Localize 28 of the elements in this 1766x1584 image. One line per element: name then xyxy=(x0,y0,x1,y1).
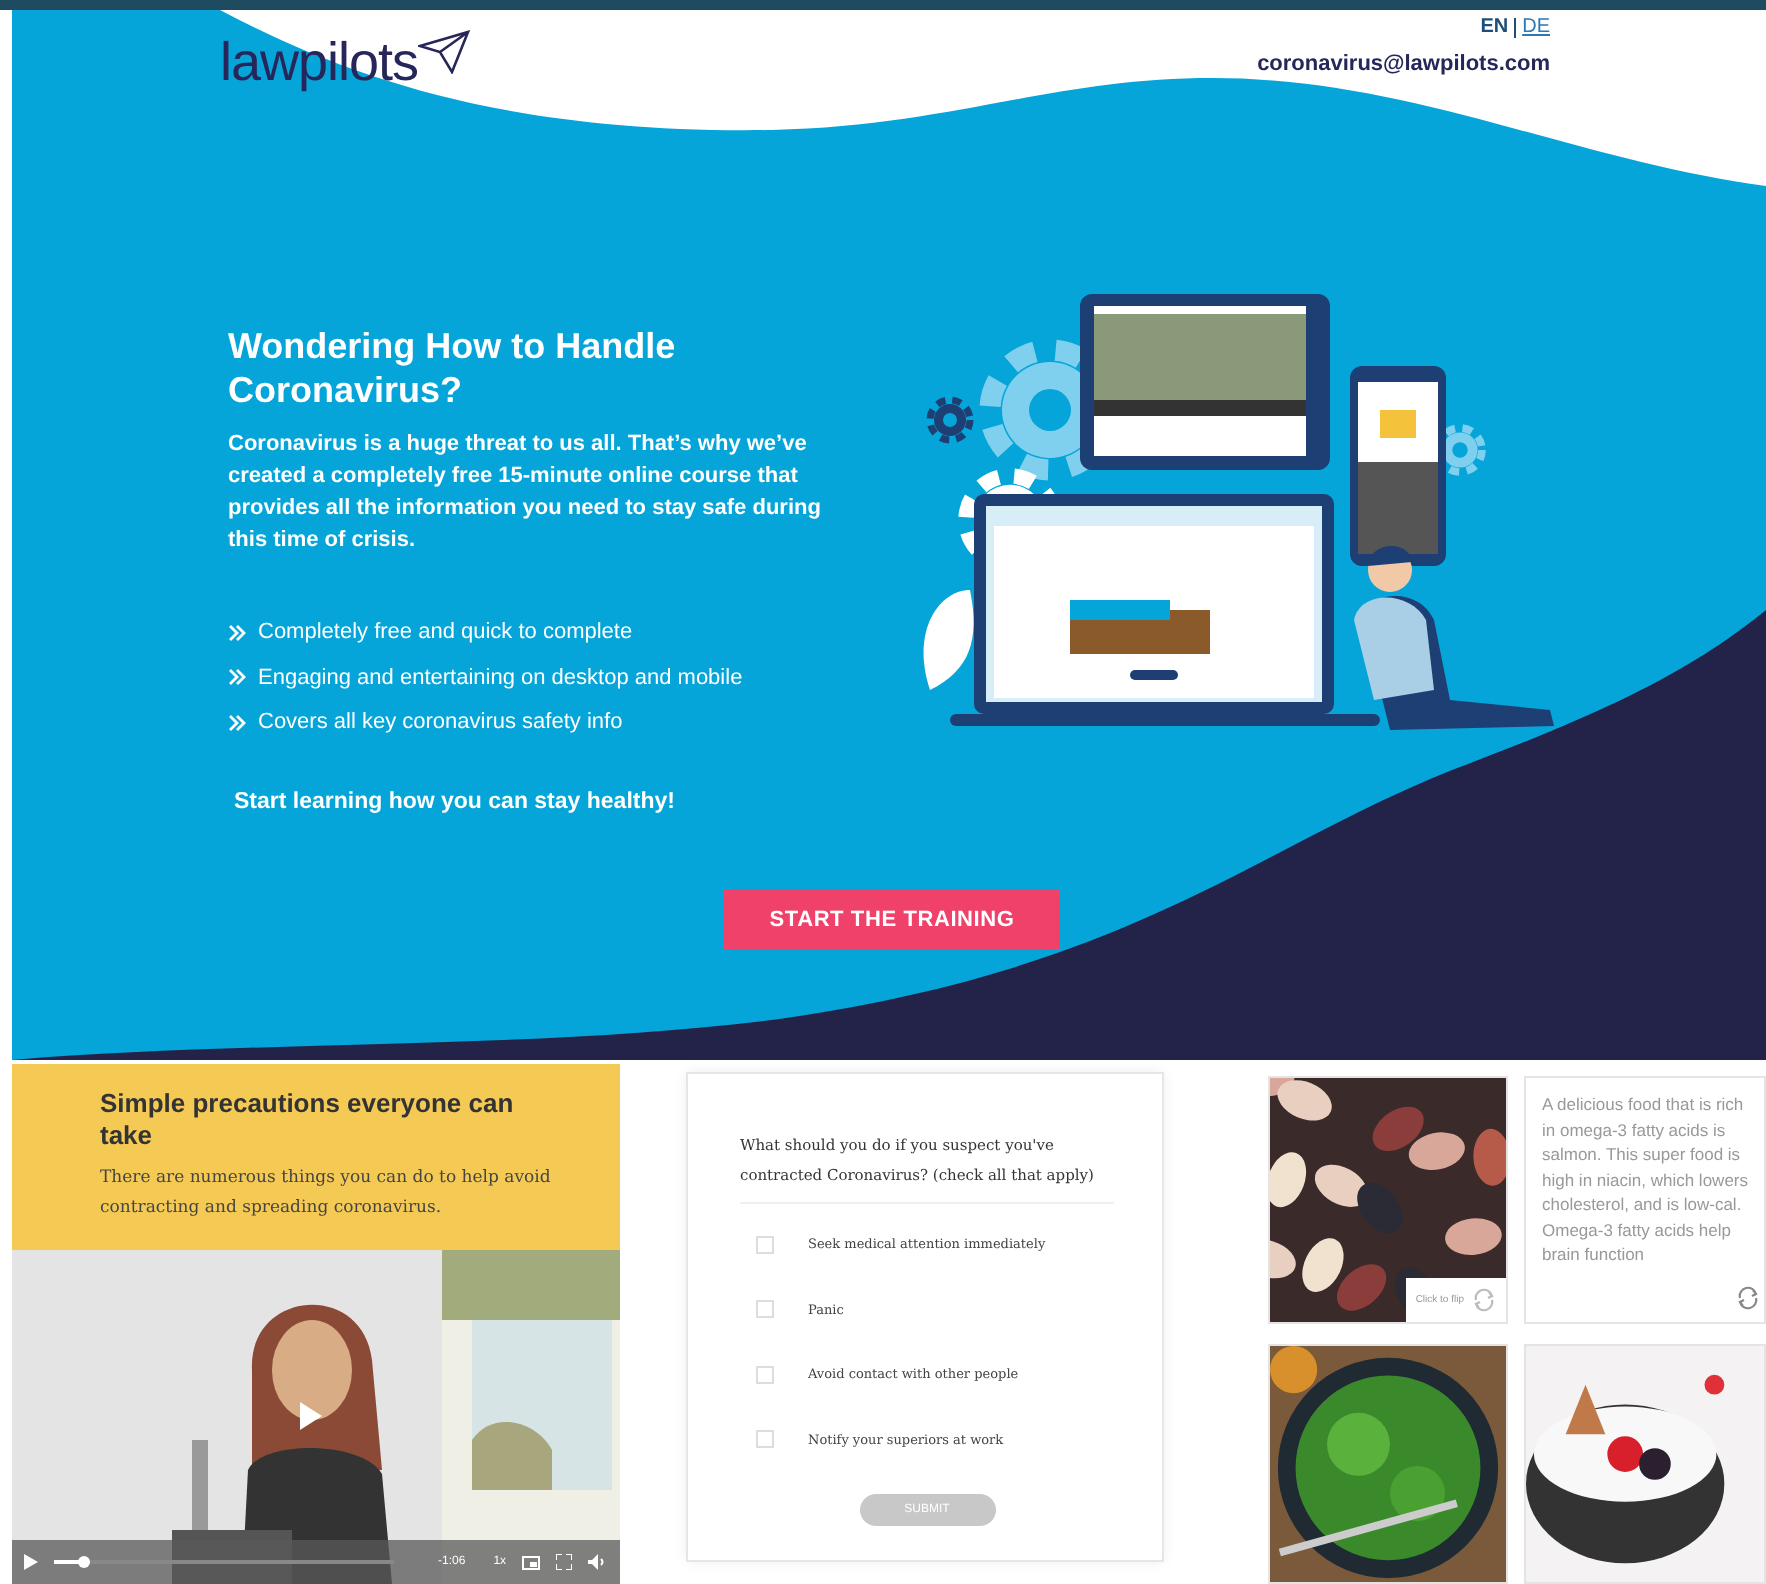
double-chevron-icon xyxy=(228,623,246,642)
fullscreen-icon[interactable] xyxy=(556,1554,573,1570)
lesson-text: There are numerous things you can do to help avoid contracting and spreading coronavirus. xyxy=(100,1166,553,1222)
language-link[interactable]: DE xyxy=(1522,16,1550,38)
feature-text: Engaging and entertaining on desktop and mobile xyxy=(258,665,743,690)
checkbox[interactable] xyxy=(756,1235,774,1254)
paper-plane-icon xyxy=(418,30,471,74)
feature-text: Covers all key coronavirus safety info xyxy=(258,710,623,735)
feature-text: Completely free and quick to complete xyxy=(258,620,633,645)
language-link[interactable]: EN xyxy=(1480,16,1509,38)
checkbox[interactable] xyxy=(756,1300,774,1319)
checkbox[interactable] xyxy=(756,1430,774,1449)
start-training-button[interactable]: START THE TRAINING xyxy=(724,889,1060,949)
email-link[interactable]: coronavirus@lawpilots.com xyxy=(1257,52,1550,76)
double-chevron-icon xyxy=(228,713,246,732)
hero-intro: Coronavirus is a huge threat to us all. That’s why we’ve created a completely free 15-minute online course that provides all the information you need to stay safe during this time of crisis. xyxy=(228,430,823,556)
checkbox[interactable] xyxy=(756,1365,774,1384)
hero-title: Wondering How to Handle Coronavirus? xyxy=(228,324,678,412)
card-text: A delicious food that is rich in omega-3 fatty acids is salmon. This super food is high in niacin, which lowers cholesterol, and is low-cal. Omega-3 fatty acids help brain function xyxy=(1542,1092,1750,1267)
tagline: Start learning how you can stay healthy! xyxy=(234,789,675,813)
flip-icon[interactable] xyxy=(1736,1285,1760,1309)
play-icon[interactable] xyxy=(24,1554,38,1570)
play-icon[interactable] xyxy=(296,1400,324,1432)
flip-card[interactable]: A delicious food that is rich in omega-3 fatty acids is salmon. This super food is high in niacin, which lowers cholesterol, and is low-cal. Omega-3 fatty acids help brain function xyxy=(1524,1076,1766,1324)
lesson-title: Simple precautions everyone can take xyxy=(100,1088,516,1152)
double-chevron-icon xyxy=(228,668,246,687)
volume-icon[interactable] xyxy=(588,1554,607,1570)
picture-in-picture-icon[interactable] xyxy=(522,1555,541,1569)
